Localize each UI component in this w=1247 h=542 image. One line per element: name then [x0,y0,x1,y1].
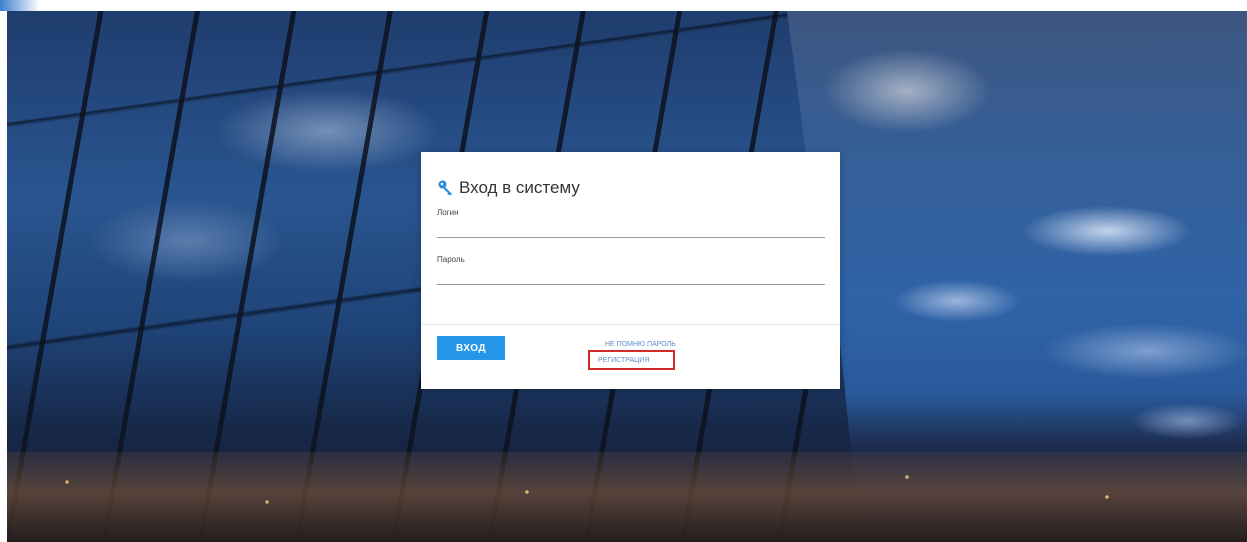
corner-accent [0,0,40,11]
login-title: Вход в систему [459,178,580,197]
password-input[interactable] [437,268,825,285]
login-label: Логин [437,208,459,217]
register-link[interactable]: РЕГИСТРАЦИЯ [588,350,675,370]
city-lights [7,452,1247,542]
password-label: Пароль [437,255,465,264]
login-button[interactable]: ВХОД [437,336,505,360]
forgot-password-link[interactable]: НЕ ПОМНЮ ПАРОЛЬ [605,341,676,348]
panel-title: Вход в систему [437,176,580,200]
password-field: Пароль [437,255,825,285]
login-field: Логин [437,208,825,238]
login-panel: Вход в систему Логин Пароль ВХОД НЕ ПОМН… [421,152,840,389]
key-icon [437,179,455,197]
panel-divider [421,324,840,325]
login-input[interactable] [437,221,825,238]
